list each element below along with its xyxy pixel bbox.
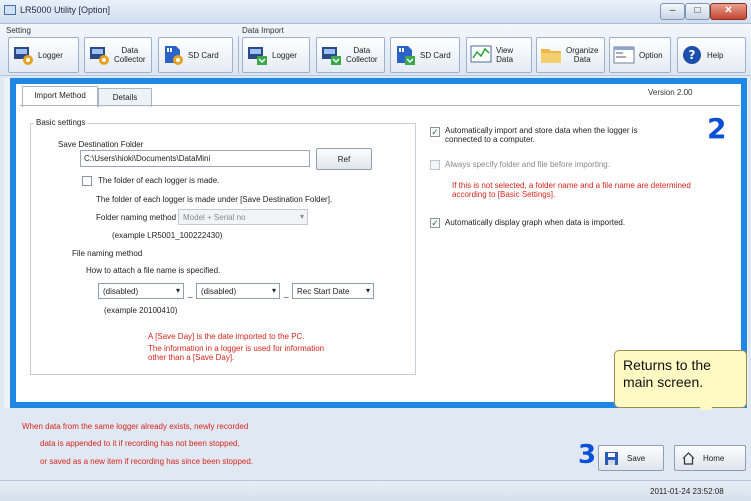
save-button[interactable]: Save bbox=[598, 445, 664, 471]
toolbar: Setting Data Import Logger Data Collecto… bbox=[0, 24, 751, 76]
always-specify-label: Always specify folder and file before im… bbox=[445, 160, 610, 169]
import-data-collector-label: Data Collector bbox=[346, 46, 378, 64]
folder-each-logger-label: The folder of each logger is made. bbox=[98, 176, 220, 185]
auto-import-label-2: connected to a computer. bbox=[445, 135, 535, 144]
minimize-button[interactable]: – bbox=[660, 3, 685, 20]
save-dest-input[interactable]: C:\Users\hioki\Documents\DataMini bbox=[80, 150, 310, 167]
home-button[interactable]: Home bbox=[674, 445, 746, 471]
file-name-part2-select[interactable]: (disabled) ▾ bbox=[196, 283, 280, 299]
close-button[interactable]: ✕ bbox=[710, 3, 747, 20]
basic-settings-legend: Basic settings bbox=[34, 118, 88, 127]
file-naming-label: File naming method bbox=[72, 249, 143, 258]
chevron-down-icon: ▾ bbox=[365, 286, 370, 295]
folder-example-text: (example LR5001_100222430) bbox=[112, 231, 223, 240]
graph-icon bbox=[470, 44, 492, 66]
svg-text:?: ? bbox=[689, 48, 696, 62]
folder-naming-value: Model + Serial no bbox=[183, 213, 246, 222]
view-data-label: View Data bbox=[496, 46, 514, 64]
setting-sd-card-label: SD Card bbox=[188, 50, 219, 60]
folder-each-logger-checkbox[interactable] bbox=[82, 176, 92, 186]
data-import-group-label: Data Import bbox=[242, 26, 284, 35]
annotation-number-2: 2 bbox=[707, 112, 727, 145]
file-name-part1-select[interactable]: (disabled) ▾ bbox=[98, 283, 184, 299]
data-collector-gear-icon bbox=[88, 44, 110, 66]
separator-underscore: _ bbox=[284, 289, 289, 298]
ref-button[interactable]: Ref bbox=[316, 148, 372, 170]
setting-data-collector-label: Data Collector bbox=[114, 46, 146, 64]
red-note-1: A [Save Day] is the date imported to the… bbox=[148, 332, 305, 341]
right-red-note-1: If this is not selected, a folder name a… bbox=[452, 181, 691, 190]
maximize-button[interactable]: □ bbox=[685, 3, 710, 20]
help-icon: ? bbox=[681, 44, 703, 66]
logger-gear-icon bbox=[12, 44, 34, 66]
data-collector-import-icon bbox=[320, 44, 342, 66]
auto-import-label: Automatically import and store data when… bbox=[445, 126, 638, 135]
option-button[interactable]: Option bbox=[609, 37, 671, 73]
auto-import-checkbox[interactable]: ✓ bbox=[430, 127, 440, 137]
status-bar: 2011-01-24 23:52:08 bbox=[0, 480, 751, 501]
logger-import-icon bbox=[246, 44, 268, 66]
organize-data-button[interactable]: Organize Data bbox=[536, 37, 605, 73]
red-note-2: The information in a logger is used for … bbox=[148, 344, 325, 353]
import-data-collector-button[interactable]: Data Collector bbox=[316, 37, 385, 73]
setting-group-label: Setting bbox=[6, 26, 31, 35]
help-button[interactable]: ? Help bbox=[677, 37, 746, 73]
sd-card-import-icon bbox=[394, 44, 416, 66]
annotation-number-3: 3 bbox=[578, 440, 597, 470]
save-label: Save bbox=[627, 454, 646, 463]
callout-home-note: Returns to the main screen. bbox=[614, 350, 747, 408]
import-logger-button[interactable]: Logger bbox=[242, 37, 310, 73]
home-icon bbox=[682, 452, 695, 465]
setting-logger-button[interactable]: Logger bbox=[8, 37, 79, 73]
tab-import-method[interactable]: Import Method bbox=[22, 86, 98, 107]
import-sd-card-button[interactable]: SD Card bbox=[390, 37, 460, 73]
folder-naming-select[interactable]: Model + Serial no ▾ bbox=[178, 209, 308, 225]
bottom-note-2: data is appended to it if recording has … bbox=[40, 439, 240, 448]
how-attach-text: How to attach a file name is specified. bbox=[86, 266, 221, 275]
chevron-down-icon: ▾ bbox=[299, 212, 304, 221]
separator-underscore: _ bbox=[188, 289, 193, 298]
file-name-part3-value: Rec Start Date bbox=[297, 287, 350, 296]
help-label: Help bbox=[707, 50, 724, 60]
sd-card-gear-icon bbox=[162, 44, 184, 66]
red-note-3: other than a [Save Day]. bbox=[148, 353, 235, 362]
auto-display-checkbox[interactable]: ✓ bbox=[430, 218, 440, 228]
right-red-note-2: according to [Basic Settings]. bbox=[452, 190, 556, 199]
import-sd-card-label: SD Card bbox=[420, 50, 451, 60]
bottom-note-3: or saved as a new item if recording has … bbox=[40, 457, 254, 466]
folder-under-text: The folder of each logger is made under … bbox=[96, 195, 333, 204]
folder-naming-label: Folder naming method bbox=[96, 213, 177, 222]
setting-data-collector-button[interactable]: Data Collector bbox=[84, 37, 152, 73]
organize-data-label: Organize Data bbox=[566, 46, 599, 64]
option-window-icon bbox=[613, 44, 635, 66]
setting-sd-card-button[interactable]: SD Card bbox=[158, 37, 233, 73]
file-name-part1-value: (disabled) bbox=[103, 287, 139, 296]
save-dest-label: Save Destination Folder bbox=[58, 140, 144, 149]
always-specify-checkbox[interactable] bbox=[430, 160, 440, 170]
status-datetime: 2011-01-24 23:52:08 bbox=[650, 487, 724, 496]
toolbar-separator bbox=[238, 36, 239, 74]
folder-icon bbox=[540, 44, 562, 66]
option-label: Option bbox=[639, 50, 663, 60]
title-bar: LR5000 Utility [Option] – □ ✕ bbox=[0, 0, 751, 24]
app-icon bbox=[4, 5, 16, 15]
window-title: LR5000 Utility [Option] bbox=[20, 5, 111, 15]
setting-logger-label: Logger bbox=[38, 50, 63, 60]
version-label: Version 2.00 bbox=[648, 88, 693, 97]
file-example-text: (example 20100410) bbox=[104, 306, 178, 315]
view-data-button[interactable]: View Data bbox=[466, 37, 532, 73]
chevron-down-icon: ▾ bbox=[175, 286, 180, 295]
file-name-part3-select[interactable]: Rec Start Date ▾ bbox=[292, 283, 374, 299]
chevron-down-icon: ▾ bbox=[271, 286, 276, 295]
floppy-disk-icon bbox=[605, 452, 618, 465]
bottom-note-1: When data from the same logger already e… bbox=[22, 422, 249, 431]
auto-display-label: Automatically display graph when data is… bbox=[445, 218, 626, 227]
import-logger-label: Logger bbox=[272, 50, 297, 60]
home-label: Home bbox=[703, 454, 725, 463]
file-name-part2-value: (disabled) bbox=[201, 287, 237, 296]
